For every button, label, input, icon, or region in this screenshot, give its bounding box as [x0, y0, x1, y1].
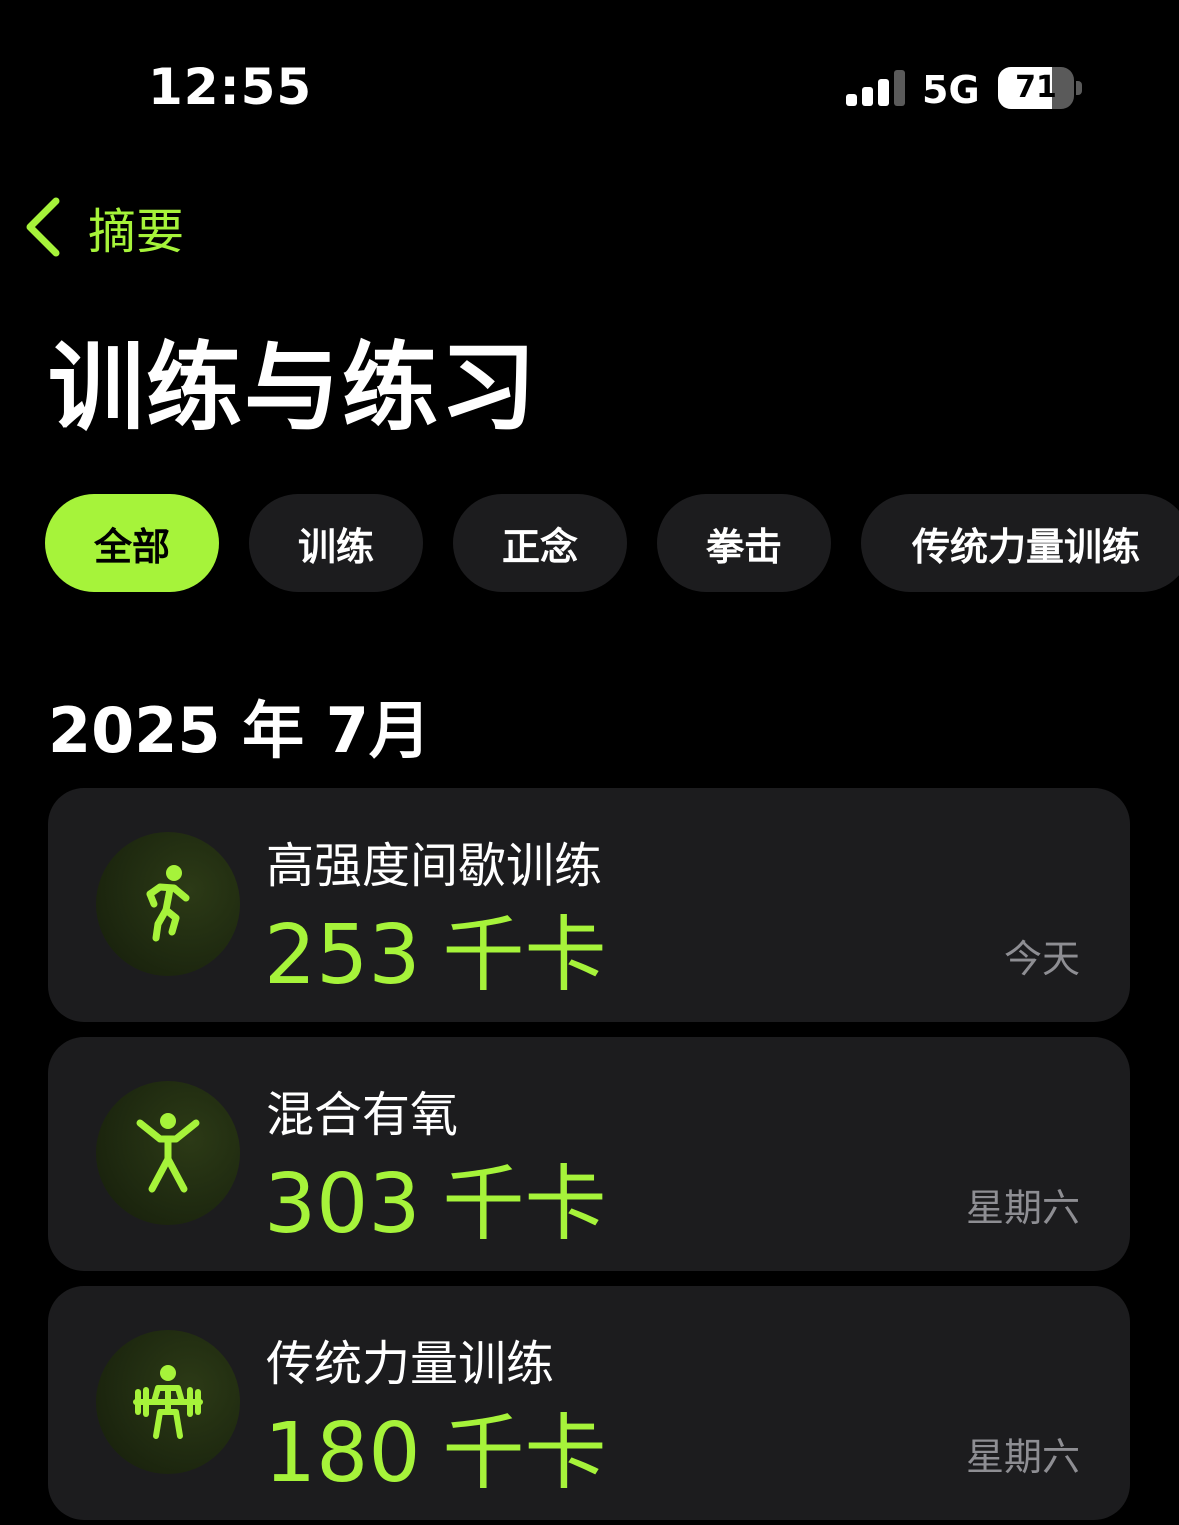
calories-value: 253	[264, 908, 421, 1003]
filter-chip-boxing[interactable]: 拳击	[657, 494, 831, 592]
section-header-month: 2025 年 7月	[48, 694, 431, 767]
workout-calories: 253 千卡	[264, 888, 607, 1007]
battery-percent: 71	[1015, 70, 1057, 105]
filter-chip-label: 传统力量训练	[911, 524, 1140, 569]
calories-value: 303	[264, 1157, 421, 1252]
workout-card[interactable]: 传统力量训练 180 千卡 星期六	[48, 1286, 1130, 1520]
workout-date: 今天	[1003, 937, 1080, 981]
back-button[interactable]: 摘要	[22, 195, 185, 260]
filter-chip-strength-training[interactable]: 传统力量训练	[861, 494, 1179, 592]
filter-chip-label: 全部	[93, 524, 170, 569]
calories-value: 180	[264, 1406, 421, 1501]
workout-name: 混合有氧	[266, 1087, 459, 1143]
workout-name: 传统力量训练	[266, 1336, 555, 1392]
workout-card[interactable]: 高强度间歇训练 253 千卡 今天	[48, 788, 1130, 1022]
filter-chip-mindfulness[interactable]: 正念	[453, 494, 627, 592]
weightlifting-icon	[96, 1330, 240, 1474]
filter-chip-label: 拳击	[705, 524, 782, 569]
back-label: 摘要	[88, 204, 185, 260]
network-type: 5G	[922, 68, 980, 112]
workout-card[interactable]: 混合有氧 303 千卡 星期六	[48, 1037, 1130, 1271]
filter-chip-label: 正念	[501, 524, 578, 569]
page-title: 训练与练习	[48, 332, 538, 444]
jumping-jack-icon	[96, 1081, 240, 1225]
workout-calories: 180 千卡	[264, 1386, 607, 1505]
calories-unit: 千卡	[442, 908, 607, 1003]
cellular-signal-icon	[846, 70, 906, 106]
calories-unit: 千卡	[442, 1406, 607, 1501]
status-time: 12:55	[148, 58, 313, 116]
filter-chip-label: 训练	[297, 524, 374, 569]
status-bar: 12:55 5G 71	[0, 0, 1179, 150]
calories-unit: 千卡	[442, 1157, 607, 1252]
battery-cap	[1076, 81, 1082, 95]
filter-chip-all[interactable]: 全部	[45, 494, 219, 592]
chevron-left-icon	[26, 197, 60, 257]
workout-date: 星期六	[965, 1435, 1080, 1479]
filter-chips: 全部 训练 正念 拳击 传统力量训练	[45, 494, 1179, 592]
filter-chip-workout[interactable]: 训练	[249, 494, 423, 592]
workout-name: 高强度间歇训练	[266, 838, 603, 894]
battery-icon: 71	[998, 67, 1074, 109]
workout-calories: 303 千卡	[264, 1137, 607, 1256]
running-person-icon	[96, 832, 240, 976]
workout-date: 星期六	[965, 1186, 1080, 1230]
